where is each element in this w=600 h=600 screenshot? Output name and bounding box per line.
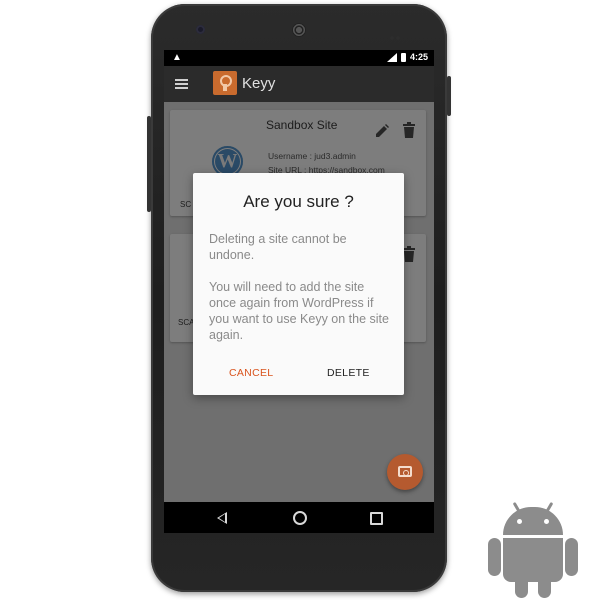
signal-icon [386,52,397,62]
earpiece-speaker [292,23,306,37]
power-button [447,76,451,116]
dialog-title: Are you sure ? [243,192,354,211]
volume-button [147,116,151,212]
scan-label: SCA [178,318,195,327]
scan-label: SC [180,200,192,209]
app-bar: Keyy [164,66,434,102]
navigation-bar [164,502,434,533]
android-notification-icon: ▲ [172,52,182,63]
delete-button[interactable]: DELETE [327,367,370,379]
site-name: Sandbox Site [266,118,338,132]
delete-trash-icon[interactable] [402,122,416,138]
app-title: Keyy [242,75,276,92]
dialog-message: Deleting a site cannot be undone. You wi… [209,231,391,359]
add-site-fab[interactable] [387,454,423,490]
home-icon[interactable] [293,511,307,525]
dialog-message-line-1: Deleting a site cannot be undone. [209,232,347,262]
cancel-button[interactable]: CANCEL [229,367,273,379]
front-camera [196,25,205,34]
proximity-sensor [390,27,404,40]
status-bar: ▲ 4:25 [164,50,434,66]
site-username: Username : jud3.admin [268,151,356,161]
android-robot-logo [488,501,578,598]
recent-apps-icon[interactable] [370,512,383,525]
delete-trash-icon[interactable] [402,246,416,262]
edit-pencil-icon[interactable] [375,124,389,138]
confirm-delete-dialog: Are you sure ? Deleting a site cannot be… [193,173,404,395]
battery-icon [400,52,406,62]
dialog-message-line-2: You will need to add the site once again… [209,280,389,342]
hamburger-menu-icon[interactable] [175,79,188,89]
back-icon[interactable] [217,512,227,524]
keyy-logo-icon [213,71,237,95]
status-time: 4:25 [409,52,428,62]
add-photo-camera-icon [398,466,412,477]
